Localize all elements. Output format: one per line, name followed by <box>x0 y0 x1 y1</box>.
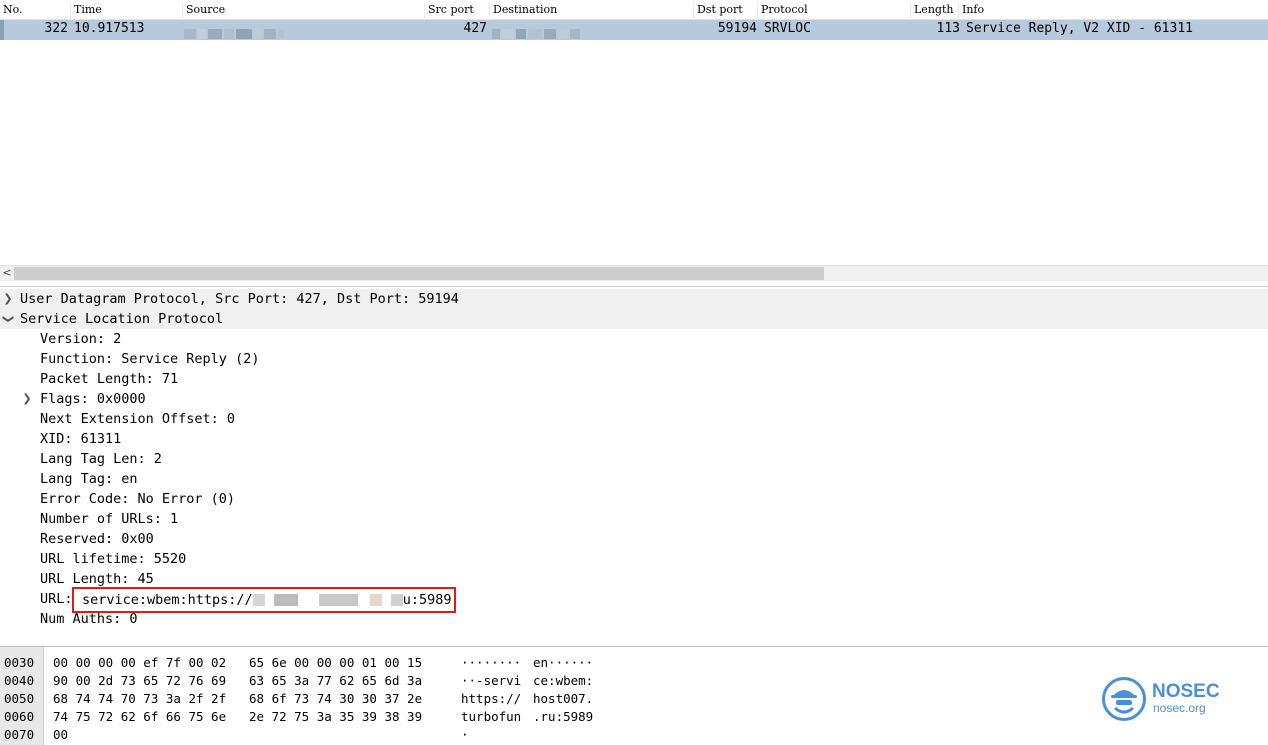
tree-item-label: Service Location Protocol <box>20 311 224 327</box>
scroll-left-arrow-icon[interactable]: < <box>0 266 14 281</box>
hex-bytes: 90 00 2d 73 65 72 76 69 <box>53 673 227 688</box>
hex-ascii: ········ <box>461 655 522 670</box>
field-label: URL Length: 45 <box>40 571 154 587</box>
hex-bytes: 00 <box>53 727 69 742</box>
packet-length: 113 <box>936 21 960 36</box>
chevron-down-icon[interactable]: ❯ <box>0 312 18 326</box>
hex-ascii: · <box>461 727 469 742</box>
chevron-right-icon[interactable]: ❯ <box>1 289 15 309</box>
url-suffix: u:5989 <box>402 592 452 608</box>
column-header-protocol[interactable]: Protocol <box>757 3 910 18</box>
hex-offset: 0070 <box>4 727 35 742</box>
field-label: Lang Tag: en <box>40 471 138 487</box>
column-header-info[interactable]: Info <box>958 3 1268 18</box>
field-label: URL lifetime: 5520 <box>40 551 187 567</box>
field-label: Packet Length: 71 <box>40 371 179 387</box>
hex-offset: 0030 <box>4 655 35 670</box>
packet-details-tree[interactable]: ❯ User Datagram Protocol, Src Port: 427,… <box>0 286 1268 644</box>
hex-bytes: 00 00 00 00 ef 7f 00 02 <box>53 655 227 670</box>
field-label: Flags: 0x0000 <box>40 391 146 407</box>
field-label: Version: 2 <box>40 331 122 347</box>
column-header-length[interactable]: Length <box>910 3 958 18</box>
column-header-no[interactable]: No. <box>0 3 70 18</box>
column-header-dst-port[interactable]: Dst port <box>693 3 757 18</box>
hex-ascii: https:// <box>461 691 522 706</box>
hex-bytes: 68 74 74 70 73 3a 2f 2f <box>53 691 227 706</box>
field-label: Reserved: 0x00 <box>40 531 154 547</box>
hex-ascii: turbofun <box>461 709 522 724</box>
field-label: Next Extension Offset: 0 <box>40 411 236 427</box>
hex-bytes: 68 6f 73 74 30 30 37 2e <box>249 691 423 706</box>
column-header-source[interactable]: Source <box>182 3 424 18</box>
hex-offset: 0040 <box>4 673 35 688</box>
hex-ascii: en······ <box>533 655 594 670</box>
chevron-right-icon[interactable]: ❯ <box>20 389 34 409</box>
tree-item-srvloc[interactable]: ❯ Service Location Protocol <box>0 309 1268 329</box>
field-label: Lang Tag Len: 2 <box>40 451 162 467</box>
packet-dst-port: 59194 <box>717 21 757 36</box>
source-address-redacted <box>184 24 296 39</box>
nosec-watermark: NOSEC nosec.org <box>1102 677 1232 723</box>
packet-list[interactable]: No. Time Source Src port Destination Dst… <box>0 0 1268 265</box>
field-label: Number of URLs: 1 <box>40 511 179 527</box>
field-label: URL: <box>40 591 73 607</box>
hex-offset: 0050 <box>4 691 35 706</box>
column-header-src-port[interactable]: Src port <box>424 3 489 18</box>
url-prefix: service:wbem:https:// <box>82 592 253 608</box>
packet-list-header: No. Time Source Src port Destination Dst… <box>0 0 1268 20</box>
hex-dump-pane[interactable]: 0030 00 00 00 00 ef 7f 00 02 65 6e 00 00… <box>0 646 1268 745</box>
hex-ascii: .ru:5989 <box>533 709 594 724</box>
scrollbar-thumb[interactable] <box>14 267 824 280</box>
column-header-destination[interactable]: Destination <box>489 3 693 18</box>
field-label: Num Auths: 0 <box>40 611 138 627</box>
hex-ascii: ··-servi <box>461 673 522 688</box>
packet-no: 322 <box>44 21 68 36</box>
packet-protocol: SRVLOC <box>764 21 811 36</box>
hex-bytes: 65 6e 00 00 00 01 00 15 <box>249 655 423 670</box>
field-label: Function: Service Reply (2) <box>40 351 260 367</box>
watermark-url: nosec.org <box>1153 701 1206 715</box>
hex-ascii: ce:wbem: <box>533 673 594 688</box>
watermark-brand: NOSEC <box>1152 681 1220 702</box>
hex-offset: 0060 <box>4 709 35 724</box>
hex-bytes: 2e 72 75 3a 35 39 38 39 <box>249 709 423 724</box>
packet-time: 10.917513 <box>74 21 145 36</box>
column-header-time[interactable]: Time <box>70 3 182 18</box>
tree-item-label: User Datagram Protocol, Src Port: 427, D… <box>20 291 459 307</box>
tree-item-udp[interactable]: ❯ User Datagram Protocol, Src Port: 427,… <box>0 289 1268 309</box>
packet-info: Service Reply, V2 XID - 61311 <box>966 21 1193 36</box>
packet-list-horizontal-scrollbar[interactable]: < <box>0 265 1268 281</box>
url-value: service:wbem:https:// u:5989 <box>82 590 451 610</box>
nosec-logo-icon <box>1102 677 1146 721</box>
field-label: Error Code: No Error (0) <box>40 491 236 507</box>
packet-src-port: 427 <box>463 21 487 36</box>
url-host-redacted <box>252 594 403 606</box>
hex-bytes: 63 65 3a 77 62 65 6d 3a <box>249 673 423 688</box>
destination-address-redacted <box>492 24 594 39</box>
hex-bytes: 74 75 72 62 6f 66 75 6e <box>53 709 227 724</box>
field-label: XID: 61311 <box>40 431 122 447</box>
hex-ascii: host007. <box>533 691 594 706</box>
packet-row[interactable]: 322 10.917513 427 59194 SRVLOC 113 Servi… <box>0 20 1268 40</box>
